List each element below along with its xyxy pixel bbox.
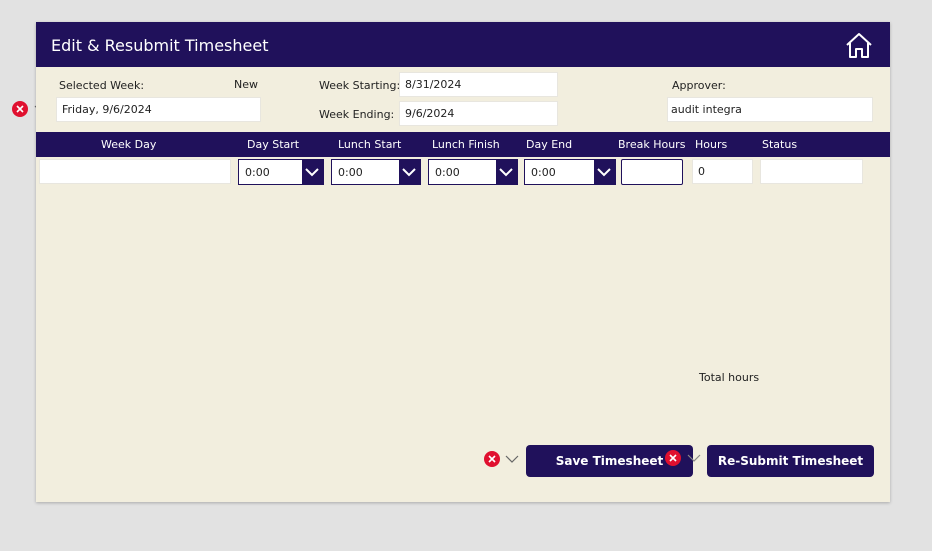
header-lunch-start: Lunch Start — [338, 138, 402, 151]
header-break-hours: Break Hours — [618, 138, 686, 151]
lunch-start-dropdown[interactable]: 0:00 — [331, 159, 421, 185]
status-field[interactable] — [760, 159, 863, 184]
error-icon — [484, 451, 500, 467]
day-end-value: 0:00 — [531, 166, 556, 179]
day-start-dropdown[interactable]: 0:00 — [238, 159, 324, 185]
header-day-end: Day End — [526, 138, 573, 151]
day-end-chevron[interactable] — [594, 160, 615, 184]
error-icon — [12, 101, 28, 117]
week-day-field[interactable] — [39, 159, 231, 184]
chevron-down-icon[interactable] — [687, 454, 701, 462]
header-day-start: Day Start — [247, 138, 300, 151]
resubmit-timesheet-button[interactable]: Re-Submit Timesheet — [707, 445, 874, 477]
approver-field[interactable]: audit integra — [667, 97, 873, 122]
page-title: Edit & Resubmit Timesheet — [51, 36, 269, 55]
header-lunch-finish: Lunch Finish — [432, 138, 500, 151]
day-start-chevron[interactable] — [302, 160, 323, 184]
lunch-start-value: 0:00 — [338, 166, 363, 179]
approver-label: Approver: — [672, 79, 726, 92]
selected-week-field[interactable]: Friday, 9/6/2024 — [56, 97, 261, 122]
lunch-finish-dropdown[interactable]: 0:00 — [428, 159, 518, 185]
chevron-down-icon — [402, 168, 416, 177]
chevron-down-icon — [597, 168, 611, 177]
day-end-dropdown[interactable]: 0:00 — [524, 159, 616, 185]
break-hours-input[interactable] — [621, 159, 683, 185]
selected-week-label: Selected Week: — [59, 79, 145, 92]
chevron-down-icon — [499, 168, 513, 177]
status-new-label: New — [234, 78, 258, 91]
error-icon — [665, 450, 681, 466]
week-starting-field[interactable]: 8/31/2024 — [399, 72, 558, 97]
week-starting-label: Week Starting: — [319, 79, 401, 92]
header-week-day: Week Day — [101, 138, 157, 151]
total-hours-label: Total hours — [699, 371, 760, 384]
home-icon[interactable] — [844, 31, 874, 59]
header-status: Status — [762, 138, 798, 151]
chevron-down-icon[interactable] — [505, 455, 519, 463]
lunch-finish-value: 0:00 — [435, 166, 460, 179]
lunch-finish-chevron[interactable] — [496, 160, 517, 184]
chevron-down-icon — [305, 168, 319, 177]
lunch-start-chevron[interactable] — [399, 160, 420, 184]
header-hours: Hours — [695, 138, 728, 151]
table-header: Week Day Day Start Lunch Start Lunch Fin… — [36, 132, 890, 157]
week-ending-field[interactable]: 9/6/2024 — [399, 101, 558, 126]
week-ending-label: Week Ending: — [319, 108, 395, 121]
hours-field[interactable]: 0 — [692, 159, 753, 184]
title-bar: Edit & Resubmit Timesheet — [36, 22, 890, 67]
app-panel: Edit & Resubmit Timesheet Selected Week:… — [36, 22, 890, 502]
day-start-value: 0:00 — [245, 166, 270, 179]
